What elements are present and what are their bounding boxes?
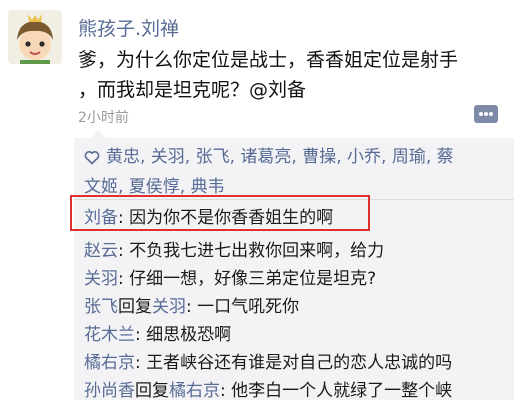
reply-target[interactable]: 橘右京 bbox=[169, 381, 220, 401]
post-timestamp: 2小时前 bbox=[78, 110, 129, 126]
reply-word: 回复 bbox=[118, 297, 152, 317]
comment-author[interactable]: 花木兰 bbox=[84, 325, 135, 345]
panel-pointer bbox=[90, 130, 106, 138]
more-dots-icon[interactable] bbox=[474, 105, 498, 123]
comment-row: 关羽: 仔细一想，好像三弟定位是坦克? bbox=[84, 264, 376, 289]
dot bbox=[484, 112, 488, 116]
avatar[interactable] bbox=[8, 10, 62, 64]
comment-author[interactable]: 橘右京 bbox=[84, 353, 135, 373]
comment-author[interactable]: 关羽 bbox=[84, 269, 118, 289]
post-text-line: ，而我却是坦克呢？@刘备 bbox=[78, 79, 307, 101]
post-text: 爹，为什么你定位是战士，香香姐定位是射手 ，而我却是坦克呢？@刘备 bbox=[78, 45, 508, 105]
likes-names-line[interactable]: 文姬, 夏侯惇, 典韦 bbox=[84, 177, 225, 197]
dot bbox=[479, 112, 483, 116]
highlight-box bbox=[70, 195, 370, 231]
comment-separator: : bbox=[118, 269, 130, 289]
comment-separator: : bbox=[118, 241, 130, 261]
likes-list: 黄忠, 关羽, 张飞, 诸葛亮, 曹操, 小乔, 周瑜, 蔡 文姬, 夏侯惇, … bbox=[84, 144, 494, 201]
comment-row: 花木兰: 细思极恐啊 bbox=[84, 320, 231, 345]
comment-row: 赵云: 不负我七进七出救你回来啊，给力 bbox=[84, 236, 384, 261]
comment-author[interactable]: 赵云 bbox=[84, 241, 118, 261]
comment-text: 一口气吼死你 bbox=[197, 297, 300, 317]
comment-text: 王者峡谷还有谁是对自己的恋人忠诚的吗 bbox=[146, 353, 453, 373]
comment-separator: : bbox=[135, 353, 147, 373]
post-text-line: 爹，为什么你定位是战士，香香姐定位是射手 bbox=[78, 49, 459, 71]
comment-row: 橘右京: 王者峡谷还有谁是对自己的恋人忠诚的吗 bbox=[84, 348, 452, 373]
comment-author[interactable]: 张飞 bbox=[84, 297, 118, 317]
comment-text: 仔细一想，好像三弟定位是坦克? bbox=[129, 269, 377, 289]
comment-text: 他李白一个人就绿了一整个峡 bbox=[231, 381, 453, 401]
post-author-name[interactable]: 熊孩子.刘禅 bbox=[78, 14, 179, 41]
comment-text: 细思极恐啊 bbox=[146, 325, 232, 345]
heart-outline-icon bbox=[84, 147, 106, 174]
dot bbox=[489, 112, 493, 116]
comment-separator: : bbox=[135, 325, 147, 345]
comment-row: 张飞回复关羽: 一口气吼死你 bbox=[84, 292, 299, 317]
comment-author[interactable]: 孙尚香 bbox=[84, 381, 135, 401]
reply-target[interactable]: 关羽 bbox=[152, 297, 186, 317]
reply-word: 回复 bbox=[135, 381, 169, 401]
comment-separator: : bbox=[220, 381, 232, 401]
comment-separator: : bbox=[186, 297, 198, 317]
likes-names-line[interactable]: 黄忠, 关羽, 张飞, 诸葛亮, 曹操, 小乔, 周瑜, 蔡 bbox=[106, 147, 454, 167]
cartoon-boy-avatar-icon bbox=[8, 10, 62, 64]
comment-row: 孙尚香回复橘右京: 他李白一个人就绿了一整个峡 bbox=[84, 376, 452, 401]
comment-text: 不负我七进七出救你回来啊，给力 bbox=[129, 241, 385, 261]
